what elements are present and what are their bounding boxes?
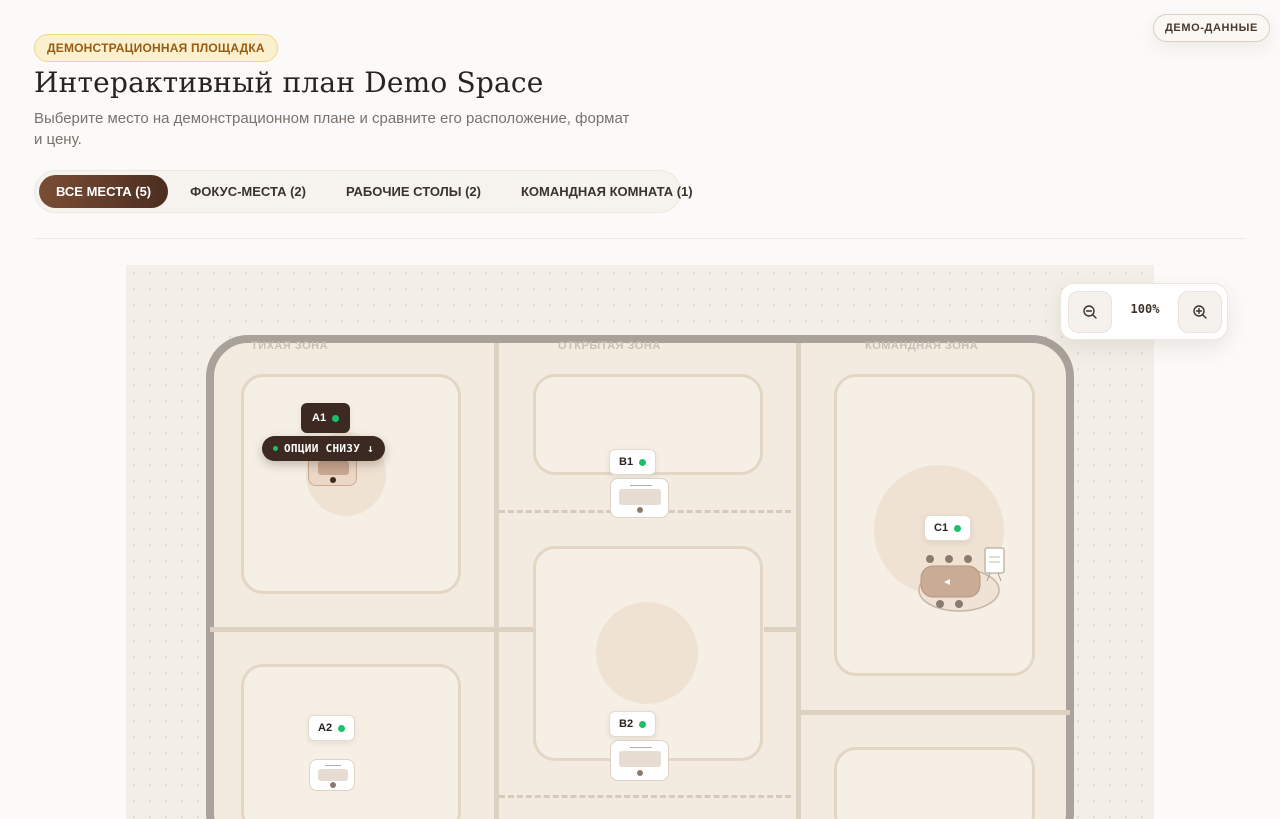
seat-id: B1	[619, 456, 634, 468]
zoom-control: 100%	[1060, 283, 1228, 340]
whiteboard-icon	[984, 547, 1005, 574]
dashed-partition	[499, 795, 791, 798]
whiteboard-leg	[997, 572, 1002, 582]
seat-label-c1[interactable]: C1	[924, 515, 972, 541]
wall	[796, 343, 801, 819]
seat-label-b2[interactable]: B2	[609, 711, 657, 737]
available-status-dot	[338, 724, 346, 732]
desk-b1[interactable]	[610, 478, 669, 518]
zone-label-quiet: ТИХАЯ ЗОНА	[251, 340, 329, 352]
seat-halo	[596, 602, 698, 704]
tab-team-room[interactable]: КОМАНДНАЯ КОМНАТА (1)	[503, 175, 711, 208]
tab-focus-seats[interactable]: ФОКУС-МЕСТА (2)	[172, 175, 324, 208]
seat-id: A2	[318, 722, 333, 734]
zoom-in-button[interactable]	[1178, 291, 1222, 333]
wall	[801, 710, 1070, 715]
demo-data-badge[interactable]: ДЕМО-ДАННЫЕ	[1153, 14, 1270, 42]
page-subtitle: Выберите место на демонстрационном плане…	[34, 110, 630, 148]
chair	[955, 600, 963, 608]
chair	[964, 555, 972, 563]
desk-a2[interactable]	[309, 759, 355, 791]
wall	[764, 627, 798, 632]
table-top	[920, 565, 981, 598]
seat-id: C1	[934, 522, 949, 534]
chair	[926, 555, 934, 563]
zone-label-open: ОТКРЫТАЯ ЗОНА	[558, 340, 661, 352]
tab-all-seats[interactable]: ВСЕ МЕСТА (5)	[39, 175, 169, 208]
tooltip-text: ОПЦИИ СНИЗУ ↓	[284, 442, 374, 455]
available-status-dot	[639, 720, 647, 728]
seat-filter-tabs: ВСЕ МЕСТА (5) ФОКУС-МЕСТА (2) РАБОЧИЕ СТ…	[34, 170, 693, 213]
seat-label-b1[interactable]: B1	[609, 449, 657, 475]
wall	[210, 627, 496, 632]
seat-id: B2	[619, 718, 634, 730]
zoom-out-button[interactable]	[1068, 291, 1112, 333]
zoom-out-icon	[1083, 305, 1097, 319]
wall	[494, 343, 499, 819]
tab-work-desks[interactable]: РАБОЧИЕ СТОЛЫ (2)	[328, 175, 499, 208]
section-divider	[34, 238, 1246, 239]
available-status-dot	[332, 414, 340, 422]
seat-id: A1	[312, 412, 327, 424]
zone-label-team: КОМАНДНАЯ ЗОНА	[865, 340, 979, 352]
zoom-in-icon	[1193, 305, 1207, 319]
seat-label-a2[interactable]: A2	[308, 715, 356, 741]
seat-label-a1[interactable]: A1	[301, 403, 351, 433]
available-status-dot	[639, 458, 647, 466]
wall	[499, 627, 533, 632]
demo-venue-badge: ДЕМОНСТРАЦИОННАЯ ПЛОЩАДКА	[34, 34, 278, 62]
options-below-tooltip: ОПЦИИ СНИЗУ ↓	[262, 436, 385, 461]
chair	[936, 600, 944, 608]
room-quiet-2	[241, 664, 461, 819]
available-status-dot	[273, 446, 278, 451]
available-status-dot	[954, 524, 962, 532]
page-title: Интерактивный план Demo Space	[34, 66, 544, 99]
room-team-2	[834, 747, 1035, 819]
chair	[945, 555, 953, 563]
desk-b2[interactable]	[610, 740, 669, 781]
meeting-table-c1[interactable]	[912, 545, 1008, 615]
zoom-level: 100%	[1130, 302, 1160, 316]
